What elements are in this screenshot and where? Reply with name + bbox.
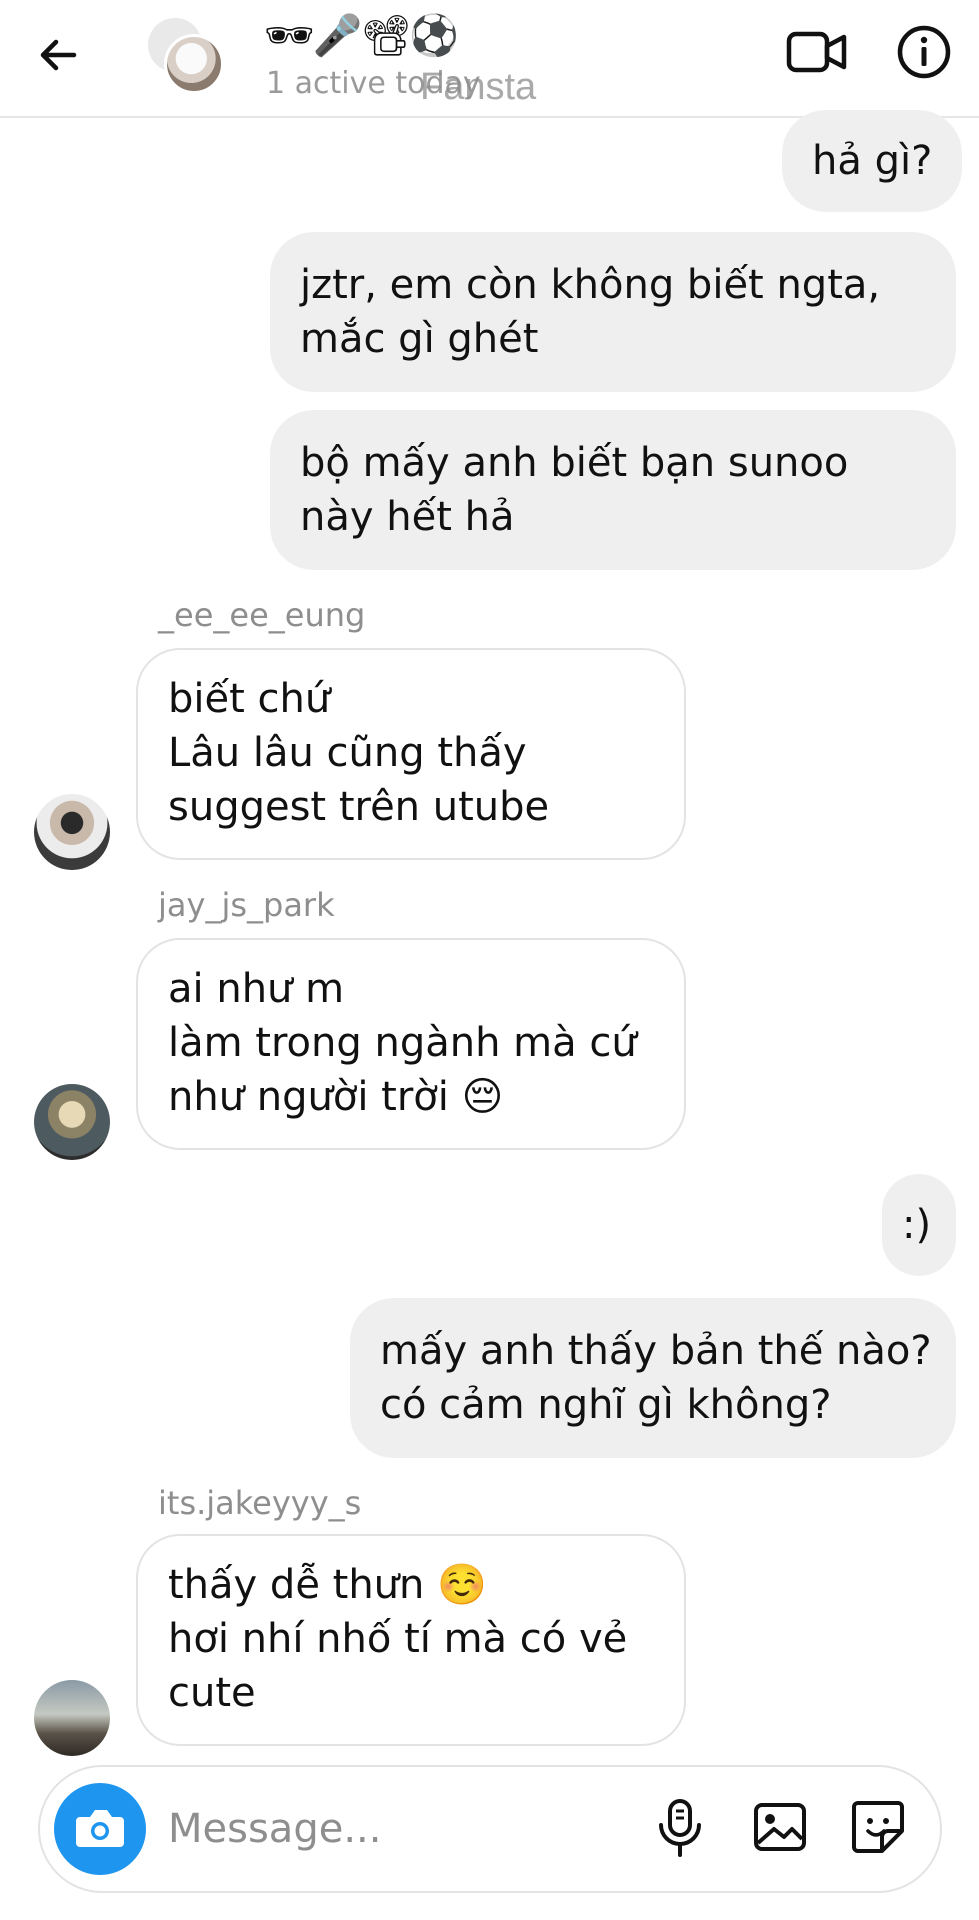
their-message-bubble[interactable]: ai như m làm trong ngành mà cứ như người… [136, 938, 686, 1150]
message-line: thấy dễ thưn ☺️ [168, 1562, 487, 1608]
message-line: cute [168, 1670, 256, 1716]
message-line: ai như m [168, 966, 345, 1012]
message-line: có cảm nghĩ gì không? [380, 1382, 832, 1428]
sender-avatar[interactable] [34, 1084, 110, 1160]
their-message-bubble[interactable]: biết chứ Lâu lâu cũng thấy suggest trên … [136, 648, 686, 860]
message-line: làm trong ngành mà cứ [168, 1020, 637, 1066]
info-icon[interactable] [896, 24, 952, 80]
sticker-icon[interactable] [848, 1797, 908, 1857]
message-line: mắc gì ghét [300, 316, 539, 362]
gallery-icon[interactable] [752, 1799, 808, 1855]
my-message-bubble[interactable]: hả gì? [782, 110, 963, 212]
sender-avatar[interactable] [34, 1680, 110, 1756]
camera-icon [76, 1810, 124, 1847]
sender-name[interactable]: jay_js_park [158, 886, 335, 924]
sender-name[interactable]: _ee_ee_eung [158, 596, 365, 634]
message-line: này hết hả [300, 494, 515, 540]
message-composer [38, 1765, 942, 1893]
message-line: :) [902, 1202, 932, 1248]
my-message-bubble[interactable]: mấy anh thấy bản thế nào? có cảm nghĩ gì… [350, 1298, 956, 1458]
message-line: suggest trên utube [168, 784, 550, 830]
sender-avatar[interactable] [34, 794, 110, 870]
chat-title[interactable]: 🕶🎤📽⚽ [264, 12, 459, 60]
message-line: Lâu lâu cũng thấy [168, 730, 527, 776]
message-line: mấy anh thấy bản thế nào? [380, 1328, 932, 1374]
message-input[interactable] [168, 1797, 628, 1861]
video-call-icon[interactable] [786, 26, 848, 78]
message-line: jztr, em còn không biết ngta, [300, 262, 881, 308]
message-line: biết chứ [168, 676, 331, 722]
microphone-icon[interactable] [652, 1797, 708, 1859]
message-line: như người trời 😔 [168, 1074, 504, 1120]
my-message-bubble[interactable]: :) [882, 1174, 956, 1276]
group-avatar-front [164, 34, 224, 94]
message-line: bộ mấy anh biết bạn sunoo [300, 440, 849, 486]
group-avatar[interactable] [148, 18, 228, 98]
camera-button[interactable] [54, 1783, 146, 1875]
their-message-bubble[interactable]: thấy dễ thưn ☺️ hơi nhí nhố tí mà có vẻ … [136, 1534, 686, 1746]
back-arrow-icon[interactable] [34, 30, 84, 80]
watermark: Fansta [420, 66, 537, 108]
my-message-bubble[interactable]: bộ mấy anh biết bạn sunoo này hết hả [270, 410, 956, 570]
sender-name[interactable]: its.jakeyyy_s [158, 1484, 361, 1522]
message-line: hả gì? [812, 138, 933, 184]
my-message-bubble[interactable]: jztr, em còn không biết ngta, mắc gì ghé… [270, 232, 956, 392]
chat-header: 🕶🎤📽⚽ 1 active today Fansta [0, 0, 979, 118]
message-line: hơi nhí nhố tí mà có vẻ [168, 1616, 628, 1662]
